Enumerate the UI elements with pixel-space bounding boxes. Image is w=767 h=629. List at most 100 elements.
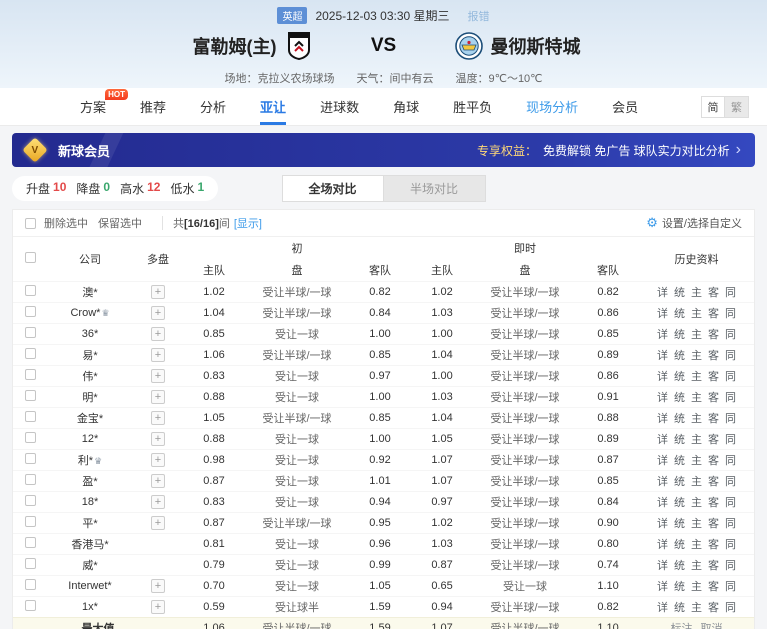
multi-odds-button[interactable]: + xyxy=(151,600,165,614)
history-link-详[interactable]: 详 xyxy=(657,518,668,530)
tab-胜平负[interactable]: 胜平负 xyxy=(453,88,492,125)
history-link-同[interactable]: 同 xyxy=(725,560,736,572)
vip-benefits[interactable]: 专享权益： 免费解锁 免广告 球队实力对比分析 › xyxy=(477,141,741,159)
history-link-客[interactable]: 客 xyxy=(708,476,719,488)
row-checkbox[interactable] xyxy=(25,453,36,464)
history-link-详[interactable]: 详 xyxy=(657,455,668,467)
history-link-主[interactable]: 主 xyxy=(691,308,702,320)
history-link-详[interactable]: 详 xyxy=(657,581,668,593)
history-link-主[interactable]: 主 xyxy=(691,581,702,593)
summary-link-取消[interactable]: 取消 xyxy=(701,623,723,629)
history-link-统[interactable]: 统 xyxy=(674,497,685,509)
multi-odds-button[interactable]: + xyxy=(151,411,165,425)
history-link-客[interactable]: 客 xyxy=(708,308,719,320)
multi-odds-button[interactable]: + xyxy=(151,369,165,383)
history-link-同[interactable]: 同 xyxy=(725,308,736,320)
history-link-统[interactable]: 统 xyxy=(674,581,685,593)
row-checkbox[interactable] xyxy=(25,285,36,296)
select-all-checkbox[interactable] xyxy=(25,252,36,263)
row-checkbox[interactable] xyxy=(25,306,36,317)
company-name[interactable]: 伟* xyxy=(82,371,97,383)
tab-推荐[interactable]: 推荐 xyxy=(140,88,166,125)
history-link-详[interactable]: 详 xyxy=(657,476,668,488)
history-link-统[interactable]: 统 xyxy=(674,392,685,404)
history-link-主[interactable]: 主 xyxy=(691,350,702,362)
history-link-统[interactable]: 统 xyxy=(674,287,685,299)
history-link-详[interactable]: 详 xyxy=(657,413,668,425)
history-link-客[interactable]: 客 xyxy=(708,497,719,509)
multi-odds-button[interactable]: + xyxy=(151,432,165,446)
vip-banner[interactable]: V 新球会员 专享权益： 免费解锁 免广告 球队实力对比分析 › xyxy=(12,133,755,167)
history-link-统[interactable]: 统 xyxy=(674,413,685,425)
lang-simplified-button[interactable]: 简 xyxy=(701,96,725,118)
history-link-主[interactable]: 主 xyxy=(691,287,702,299)
history-link-同[interactable]: 同 xyxy=(725,539,736,551)
report-error-link[interactable]: 报错 xyxy=(468,8,490,24)
row-checkbox[interactable] xyxy=(25,390,36,401)
row-checkbox[interactable] xyxy=(25,432,36,443)
history-link-详[interactable]: 详 xyxy=(657,497,668,509)
company-name[interactable]: Interwet* xyxy=(68,580,111,592)
company-name[interactable]: Crow* xyxy=(70,307,100,319)
history-link-同[interactable]: 同 xyxy=(725,518,736,530)
history-link-统[interactable]: 统 xyxy=(674,434,685,446)
company-name[interactable]: 12* xyxy=(82,433,99,445)
row-checkbox[interactable] xyxy=(25,369,36,380)
history-link-同[interactable]: 同 xyxy=(725,434,736,446)
history-link-统[interactable]: 统 xyxy=(674,518,685,530)
history-link-同[interactable]: 同 xyxy=(725,455,736,467)
row-checkbox[interactable] xyxy=(25,579,36,590)
history-link-客[interactable]: 客 xyxy=(708,329,719,341)
multi-odds-button[interactable]: + xyxy=(151,348,165,362)
history-link-同[interactable]: 同 xyxy=(725,497,736,509)
history-link-客[interactable]: 客 xyxy=(708,350,719,362)
company-name[interactable]: 威* xyxy=(82,560,97,572)
history-link-客[interactable]: 客 xyxy=(708,581,719,593)
history-link-详[interactable]: 详 xyxy=(657,350,668,362)
history-link-详[interactable]: 详 xyxy=(657,539,668,551)
company-name[interactable]: 香港马* xyxy=(71,539,108,551)
history-link-主[interactable]: 主 xyxy=(691,371,702,383)
tab-现场分析[interactable]: 现场分析 xyxy=(526,88,578,125)
history-link-客[interactable]: 客 xyxy=(708,539,719,551)
history-link-客[interactable]: 客 xyxy=(708,287,719,299)
history-link-详[interactable]: 详 xyxy=(657,287,668,299)
history-link-客[interactable]: 客 xyxy=(708,560,719,572)
history-link-详[interactable]: 详 xyxy=(657,371,668,383)
history-link-主[interactable]: 主 xyxy=(691,539,702,551)
row-checkbox[interactable] xyxy=(25,411,36,422)
tab-进球数[interactable]: 进球数 xyxy=(320,88,359,125)
company-name[interactable]: 澳* xyxy=(82,287,97,299)
delete-selected-button[interactable]: 删除选中 xyxy=(44,215,88,231)
history-link-同[interactable]: 同 xyxy=(725,581,736,593)
row-checkbox[interactable] xyxy=(25,327,36,338)
company-name[interactable]: 平* xyxy=(82,518,97,530)
history-link-同[interactable]: 同 xyxy=(725,350,736,362)
history-link-客[interactable]: 客 xyxy=(708,455,719,467)
history-link-主[interactable]: 主 xyxy=(691,476,702,488)
history-link-详[interactable]: 详 xyxy=(657,560,668,572)
history-link-同[interactable]: 同 xyxy=(725,602,736,614)
history-link-主[interactable]: 主 xyxy=(691,434,702,446)
show-link[interactable]: [显示] xyxy=(234,215,262,231)
history-link-统[interactable]: 统 xyxy=(674,329,685,341)
history-link-同[interactable]: 同 xyxy=(725,371,736,383)
history-link-客[interactable]: 客 xyxy=(708,413,719,425)
company-name[interactable]: 盈* xyxy=(82,476,97,488)
history-link-主[interactable]: 主 xyxy=(691,560,702,572)
tab-会员[interactable]: 会员 xyxy=(612,88,638,125)
tab-亚让[interactable]: 亚让 xyxy=(260,88,286,125)
company-name[interactable]: 利* xyxy=(78,455,93,467)
half-match-toggle[interactable]: 半场对比 xyxy=(384,175,486,202)
history-link-客[interactable]: 客 xyxy=(708,371,719,383)
company-name[interactable]: 易* xyxy=(82,350,97,362)
history-link-统[interactable]: 统 xyxy=(674,539,685,551)
history-link-同[interactable]: 同 xyxy=(725,329,736,341)
multi-odds-button[interactable]: + xyxy=(151,516,165,530)
history-link-同[interactable]: 同 xyxy=(725,476,736,488)
row-checkbox[interactable] xyxy=(25,348,36,359)
toolbar-select-icon[interactable] xyxy=(25,218,36,229)
multi-odds-button[interactable]: + xyxy=(151,327,165,341)
history-link-详[interactable]: 详 xyxy=(657,308,668,320)
history-link-统[interactable]: 统 xyxy=(674,371,685,383)
